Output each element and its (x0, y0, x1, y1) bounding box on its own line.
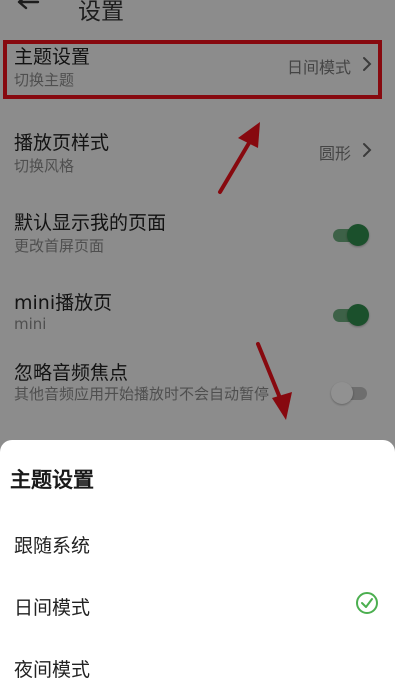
theme-bottom-sheet: 主题设置 跟随系统 日间模式 夜间模式 (0, 440, 395, 684)
option-label: 跟随系统 (14, 535, 91, 557)
option-night-mode[interactable]: 夜间模式 (0, 639, 395, 684)
sheet-title: 主题设置 (10, 468, 94, 492)
option-day-mode[interactable]: 日间模式 (0, 577, 395, 635)
option-follow-system[interactable]: 跟随系统 (0, 515, 395, 573)
option-label: 夜间模式 (14, 659, 91, 681)
option-label: 日间模式 (14, 597, 91, 619)
check-circle-icon (356, 592, 378, 614)
